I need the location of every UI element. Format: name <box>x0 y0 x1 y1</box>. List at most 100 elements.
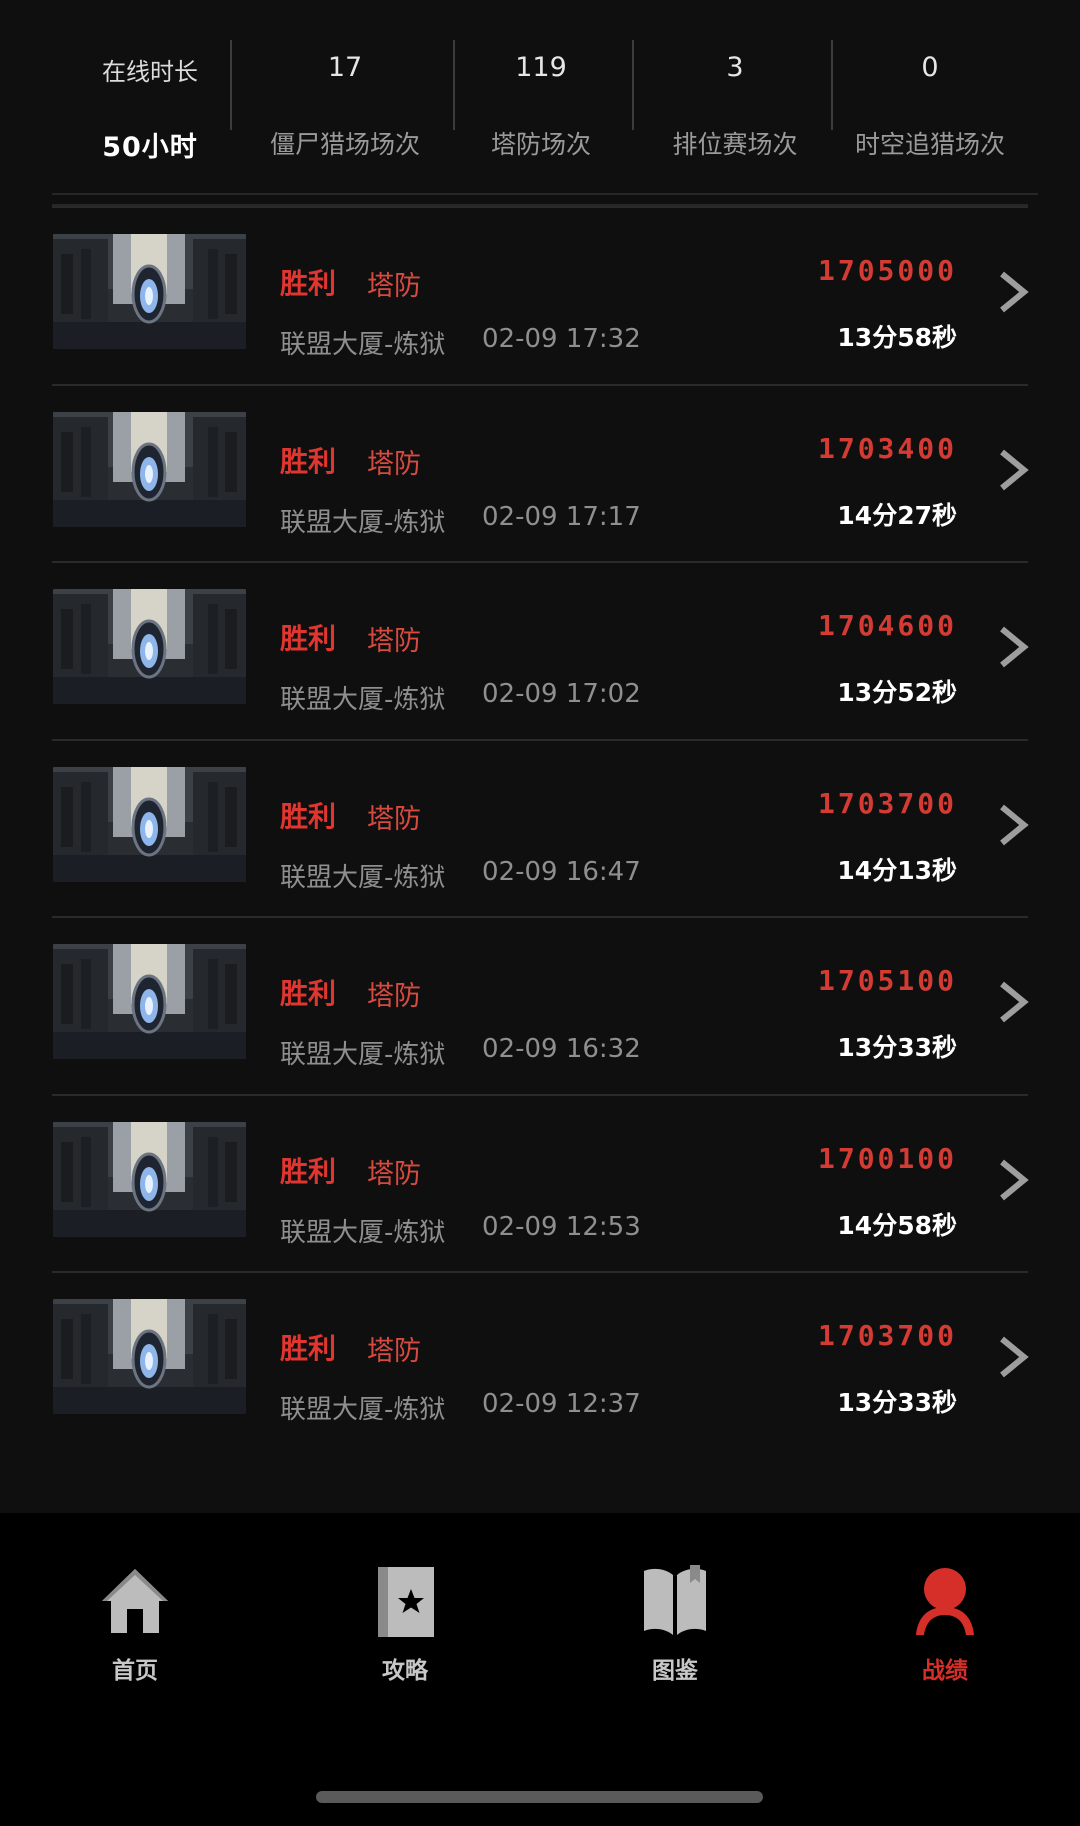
tab-label: 图鉴 <box>652 1658 698 1684</box>
match-result: 胜利 <box>280 622 337 655</box>
map-thumbnail <box>53 234 246 349</box>
match-result: 胜利 <box>280 267 337 300</box>
stat-ranked: 3 排位赛场次 <box>635 0 835 195</box>
match-mode: 塔防 <box>367 1336 421 1367</box>
map-thumbnail <box>53 589 246 704</box>
match-mode: 塔防 <box>367 271 421 302</box>
row-divider <box>52 916 1028 918</box>
stat-value: 119 <box>515 52 567 83</box>
match-mode: 塔防 <box>367 1158 421 1190</box>
stat-online-time: 在线时长 50小时 <box>62 0 238 195</box>
match-score: 1704600 <box>817 609 957 642</box>
stat-zombie-hunt: 17 僵尸猎场场次 <box>240 0 450 195</box>
match-score: 1703700 <box>817 1319 957 1352</box>
match-result: 胜利 <box>280 977 337 1010</box>
header-divider <box>52 193 1038 195</box>
chevron-right-icon[interactable] <box>996 270 1032 314</box>
match-result: 胜利 <box>280 799 337 833</box>
match-row[interactable]: 胜利 塔防 联盟大厦-炼狱 02-09 17:32 1705000 13分58秒 <box>0 206 1080 383</box>
match-map-name: 联盟大厦-炼狱 <box>280 507 446 538</box>
tab-record[interactable]: 战绩 <box>875 1563 1015 1684</box>
row-divider <box>52 1271 1028 1273</box>
match-datetime: 02-09 16:47 <box>482 856 641 887</box>
row-divider <box>52 738 1028 741</box>
chevron-right-icon[interactable] <box>996 980 1032 1024</box>
stat-divider <box>831 40 833 130</box>
match-score: 1705000 <box>817 254 957 287</box>
match-map-name: 联盟大厦-炼狱 <box>280 1040 446 1070</box>
row-divider <box>52 383 1028 386</box>
match-duration: 14分27秒 <box>837 500 957 530</box>
match-mode: 塔防 <box>367 981 421 1012</box>
home-indicator[interactable] <box>316 1791 763 1803</box>
guide-book-star-icon <box>378 1567 434 1637</box>
map-thumbnail <box>53 411 246 527</box>
stat-value: 17 <box>327 52 363 83</box>
bottom-nav: 首页 攻略 图鉴 战绩 <box>0 1513 1080 1826</box>
match-row[interactable]: 胜利 塔防 联盟大厦-炼狱 02-09 17:02 1704600 13分52秒 <box>0 561 1080 738</box>
match-mode: 塔防 <box>367 626 421 657</box>
stat-value: 3 <box>726 52 744 83</box>
open-book-icon <box>644 1565 706 1635</box>
chevron-right-icon[interactable] <box>996 625 1032 669</box>
map-thumbnail <box>53 944 246 1059</box>
match-map-name: 联盟大厦-炼狱 <box>280 330 446 360</box>
match-score: 1700100 <box>817 1141 957 1175</box>
home-icon <box>102 1569 168 1633</box>
match-row[interactable]: 胜利 塔防 联盟大厦-炼狱 02-09 16:47 1703700 14分13秒 <box>0 738 1080 916</box>
chevron-right-icon[interactable] <box>996 448 1032 492</box>
match-row[interactable]: 胜利 塔防 联盟大厦-炼狱 02-09 12:53 1700100 14分58秒 <box>0 1093 1080 1271</box>
stat-divider <box>230 40 232 130</box>
stat-label: 排位赛场次 <box>672 130 798 159</box>
match-row[interactable]: 胜利 塔防 联盟大厦-炼狱 02-09 17:17 1703400 14分27秒 <box>0 383 1080 561</box>
match-score: 1705100 <box>817 964 957 997</box>
map-thumbnail <box>53 766 246 882</box>
match-map-name: 联盟大厦-炼狱 <box>280 1217 446 1248</box>
match-result: 胜利 <box>280 444 337 478</box>
stat-tower-defense: 119 塔防场次 <box>455 0 627 195</box>
match-result: 胜利 <box>280 1154 337 1188</box>
match-map-name: 联盟大厦-炼狱 <box>280 1395 446 1425</box>
match-datetime: 02-09 12:53 <box>482 1211 641 1242</box>
tab-label: 战绩 <box>922 1658 968 1684</box>
match-row[interactable]: 胜利 塔防 联盟大厦-炼狱 02-09 12:37 1703700 13分33秒 <box>0 1271 1080 1448</box>
match-map-name: 联盟大厦-炼狱 <box>280 685 446 715</box>
match-result: 胜利 <box>280 1332 337 1365</box>
match-mode: 塔防 <box>367 448 421 480</box>
stat-value: 0 <box>921 52 939 83</box>
match-duration: 13分52秒 <box>837 678 957 707</box>
row-divider <box>52 206 1028 208</box>
stats-header: 在线时长 50小时 17 僵尸猎场场次 119 塔防场次 3 排位赛场次 0 时… <box>0 0 1080 195</box>
tab-label: 攻略 <box>382 1658 428 1684</box>
stat-online-value: 50小时 <box>102 132 198 163</box>
match-map-name: 联盟大厦-炼狱 <box>280 862 446 893</box>
stat-label: 时空追猎场次 <box>854 130 1005 159</box>
match-duration: 14分58秒 <box>837 1210 957 1240</box>
match-mode: 塔防 <box>367 803 421 835</box>
match-datetime: 02-09 17:32 <box>482 324 641 354</box>
stat-label: 僵尸猎场场次 <box>269 130 420 159</box>
match-duration: 13分33秒 <box>837 1388 957 1417</box>
match-score: 1703700 <box>817 786 957 820</box>
chevron-right-icon[interactable] <box>996 803 1032 847</box>
profile-icon <box>916 1568 974 1635</box>
map-thumbnail <box>53 1121 246 1237</box>
match-datetime: 02-09 16:32 <box>482 1034 641 1064</box>
stat-online-label: 在线时长 <box>102 58 198 86</box>
match-datetime: 02-09 17:17 <box>482 501 641 532</box>
tab-home[interactable]: 首页 <box>65 1563 205 1684</box>
chevron-right-icon[interactable] <box>996 1335 1032 1379</box>
stat-time-hunt: 0 时空追猎场次 <box>835 0 1025 195</box>
tab-label: 首页 <box>112 1658 158 1684</box>
tab-codex[interactable]: 图鉴 <box>605 1563 745 1684</box>
chevron-right-icon[interactable] <box>996 1158 1032 1202</box>
match-duration: 14分13秒 <box>837 855 957 885</box>
map-thumbnail <box>53 1299 246 1414</box>
row-divider <box>52 561 1028 563</box>
match-row[interactable]: 胜利 塔防 联盟大厦-炼狱 02-09 16:32 1705100 13分33秒 <box>0 916 1080 1093</box>
tab-guide[interactable]: 攻略 <box>335 1563 475 1684</box>
match-duration: 13分33秒 <box>837 1033 957 1062</box>
match-datetime: 02-09 17:02 <box>482 679 641 709</box>
stat-label: 塔防场次 <box>490 130 591 159</box>
row-divider <box>52 1093 1028 1096</box>
